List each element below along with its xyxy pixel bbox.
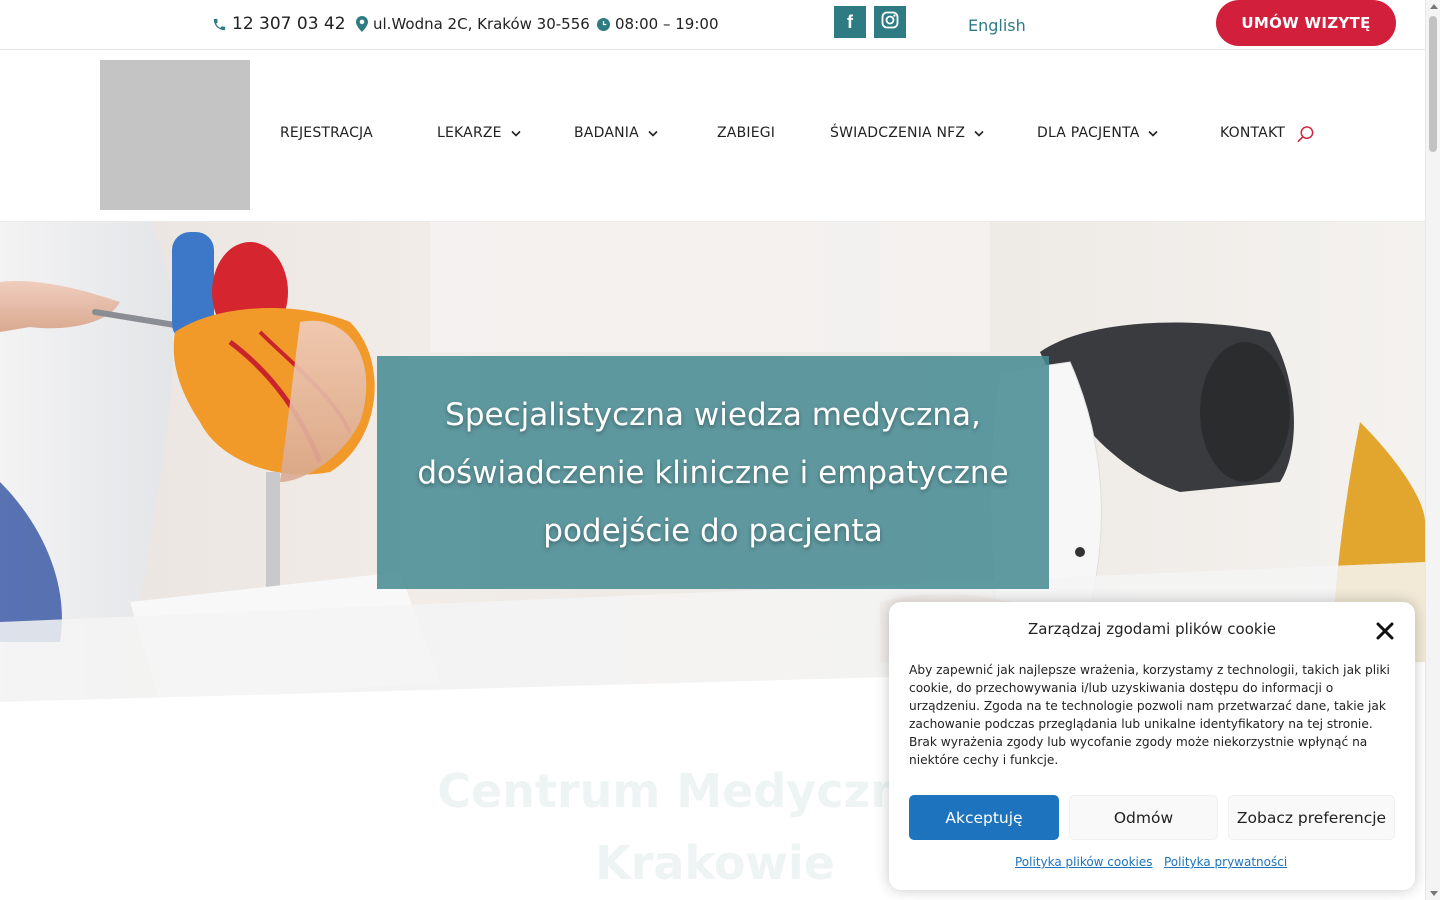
phone-icon <box>212 17 227 32</box>
cookie-dialog-body: Aby zapewnić jak najlepsze wrażenia, kor… <box>909 663 1390 767</box>
nav-item-rejestracja[interactable]: REJESTRACJA <box>280 125 373 141</box>
contact-address: ul.Wodna 2C, Kraków 30-556 <box>356 12 590 36</box>
nav-label: KONTAKT <box>1220 125 1285 141</box>
accept-cookies-button[interactable]: Akceptuję <box>909 795 1059 840</box>
phone-number: 12 307 03 42 <box>232 14 346 34</box>
search-icon[interactable] <box>1296 125 1315 148</box>
page-scrollbar[interactable] <box>1425 0 1440 900</box>
facebook-button[interactable]: f <box>834 6 866 38</box>
deny-cookies-button[interactable]: Odmów <box>1069 795 1218 840</box>
nav-item-lekarze[interactable]: LEKARZE <box>437 125 521 141</box>
main-header: REJESTRACJA LEKARZE BADANIA ZABIEGI ŚWIA… <box>0 50 1425 222</box>
facebook-icon: f <box>847 11 853 32</box>
cookie-dialog-title: Zarządzaj zgodami plików cookie <box>1028 620 1276 638</box>
address-text: ul.Wodna 2C, Kraków 30-556 <box>373 15 590 33</box>
nav-item-zabiegi[interactable]: ZABIEGI <box>717 125 775 141</box>
instagram-button[interactable] <box>874 6 906 38</box>
opening-hours: 08:00 – 19:00 <box>597 12 719 36</box>
view-preferences-button[interactable]: Zobacz preferencje <box>1228 795 1395 840</box>
nav-item-kontakt[interactable]: KONTAKT <box>1220 125 1285 141</box>
hero-headline: Specjalistyczna wiedza medyczna, doświad… <box>417 396 1009 549</box>
contact-phone[interactable]: 12 307 03 42 <box>212 12 346 36</box>
nav-label: ZABIEGI <box>717 125 776 141</box>
nav-label: LEKARZE <box>437 125 502 141</box>
map-pin-icon <box>356 16 368 32</box>
chevron-down-icon <box>1148 130 1159 137</box>
scrollbar-thumb[interactable] <box>1429 16 1437 152</box>
cookie-policy-link[interactable]: Polityka plików cookies <box>1015 855 1153 869</box>
privacy-policy-link[interactable]: Polityka prywatności <box>1164 855 1287 869</box>
nav-label: ŚWIADCZENIA NFZ <box>830 125 966 141</box>
nav-item-swiadczenia-nfz[interactable]: ŚWIADCZENIA NFZ <box>830 125 984 141</box>
clock-icon <box>597 17 610 31</box>
book-appointment-button[interactable]: UMÓW WIZYTĘ <box>1216 0 1396 46</box>
chevron-down-icon <box>511 130 521 137</box>
nav-label: DLA PACJENTA <box>1037 125 1140 141</box>
chevron-down-icon <box>648 130 658 137</box>
nav-label: BADANIA <box>574 125 639 141</box>
nav-label: REJESTRACJA <box>280 125 373 141</box>
nav-item-dla-pacjenta[interactable]: DLA PACJENTA <box>1037 125 1159 141</box>
nav-item-badania[interactable]: BADANIA <box>574 125 658 141</box>
hours-text: 08:00 – 19:00 <box>615 15 719 33</box>
close-icon[interactable] <box>1373 619 1397 643</box>
instagram-icon <box>881 11 899 34</box>
top-bar: 12 307 03 42 ul.Wodna 2C, Kraków 30-556 … <box>0 0 1425 50</box>
chevron-down-icon <box>974 130 984 137</box>
scroll-up-arrow-icon[interactable] <box>1430 4 1438 9</box>
hero-headline-box: Specjalistyczna wiedza medyczna, doświad… <box>377 356 1049 589</box>
cookie-consent-dialog: Zarządzaj zgodami plików cookie Aby zape… <box>889 602 1415 890</box>
scroll-down-arrow-icon[interactable] <box>1430 891 1438 896</box>
site-logo[interactable] <box>100 60 250 210</box>
language-switch[interactable]: English <box>968 16 1026 35</box>
